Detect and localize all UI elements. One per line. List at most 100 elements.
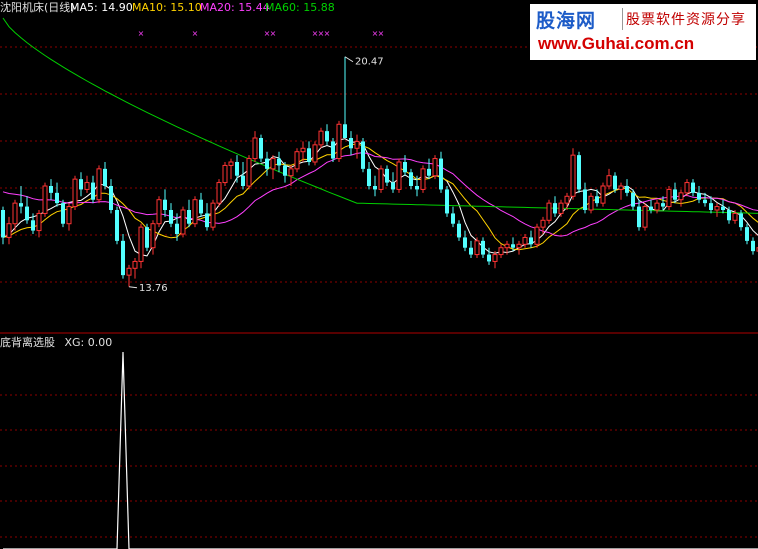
candle <box>187 199 191 228</box>
candle-body <box>420 168 426 190</box>
candle-body <box>625 186 629 193</box>
logo-divider <box>622 8 623 30</box>
candle <box>325 124 329 145</box>
candle-body <box>516 243 522 249</box>
candle-body <box>192 199 198 225</box>
candle <box>1 206 5 245</box>
candle-body <box>61 203 65 224</box>
candle <box>373 175 377 197</box>
candle <box>192 196 198 228</box>
candle <box>318 127 324 149</box>
candle <box>241 162 245 190</box>
candle-body <box>318 130 324 146</box>
candle-body <box>378 168 384 190</box>
candle-body <box>12 202 18 225</box>
candle <box>36 210 42 238</box>
candle <box>385 165 389 186</box>
candle-body <box>577 155 581 190</box>
logo-tagline: 股票软件资源分享 <box>626 12 746 28</box>
candle <box>403 155 407 176</box>
candle-body <box>1 210 5 238</box>
candle-body <box>210 202 216 228</box>
ma60-label: MA60: 15.88 <box>265 1 335 14</box>
candle-body <box>373 186 377 190</box>
candle <box>277 151 281 173</box>
candle <box>259 134 263 162</box>
candle-body <box>307 148 311 162</box>
candle <box>534 223 540 248</box>
candle <box>697 186 701 204</box>
candle <box>409 168 413 190</box>
candle <box>49 179 53 200</box>
signal-marker: × <box>378 29 385 38</box>
candle <box>492 251 498 269</box>
candle-body <box>132 260 138 269</box>
candle <box>570 148 576 200</box>
candle-body <box>6 223 12 238</box>
price-annotation-low: 13.76 <box>139 283 168 294</box>
annotation-leader <box>344 56 354 63</box>
candle-body <box>654 202 660 211</box>
candle-body <box>31 220 35 231</box>
candle <box>61 199 65 228</box>
candle-body <box>739 213 743 228</box>
candle-body <box>403 162 407 173</box>
candle-body <box>126 267 132 276</box>
candle <box>751 237 755 255</box>
candle <box>199 192 203 217</box>
candle-body <box>79 179 83 190</box>
candle-body <box>534 226 540 245</box>
candle-body <box>277 158 281 166</box>
stock-chart[interactable]: × × × × × × × × × 20.4713.76 <box>0 0 758 549</box>
candle-body <box>522 236 528 245</box>
candle-body <box>714 206 720 211</box>
candle <box>270 155 276 180</box>
indicator-panel <box>3 351 758 549</box>
indicator-xg-value: XG: 0.00 <box>64 336 113 349</box>
candle <box>558 199 564 217</box>
candle <box>25 196 29 224</box>
candle <box>463 230 467 252</box>
candle <box>588 192 594 214</box>
candle-body <box>235 162 239 176</box>
ma5-label: MA5: 14.90 <box>70 1 133 14</box>
candle-body <box>504 243 510 249</box>
candle <box>228 158 234 180</box>
candle-body <box>169 210 173 224</box>
candle-body <box>103 168 107 186</box>
candle-body <box>175 223 179 234</box>
candle <box>138 223 144 269</box>
candle-body <box>751 240 755 252</box>
candle-body <box>684 182 690 194</box>
candle-body <box>265 158 269 169</box>
candle-body <box>498 247 504 256</box>
candle <box>432 155 438 180</box>
candle-body <box>697 192 701 200</box>
signal-markers: × × × × × × × × × <box>138 29 385 38</box>
candle-body <box>72 178 78 208</box>
signal-marker: × <box>192 29 199 38</box>
logo-url: www.Guhai.com.cn <box>538 34 695 53</box>
candle-body <box>727 210 731 221</box>
xg-indicator-line <box>3 351 758 549</box>
candle-body <box>84 182 90 190</box>
candle <box>691 179 695 197</box>
site-logo[interactable]: 股海网 股票软件资源分享 www.Guhai.com.cn <box>530 4 756 60</box>
candle <box>42 182 48 217</box>
candle-body <box>385 168 389 183</box>
candle <box>307 141 311 166</box>
candle <box>516 240 522 255</box>
candle <box>169 203 173 228</box>
candle-body <box>109 186 113 210</box>
signal-marker: × <box>324 29 331 38</box>
candle-body <box>42 185 48 214</box>
candle-body <box>637 206 641 228</box>
candle-body <box>439 158 443 190</box>
candle <box>132 258 138 279</box>
candle <box>642 203 648 231</box>
indicator-name: 底背离选股 <box>0 336 55 349</box>
candle <box>577 151 581 193</box>
candle <box>391 172 395 193</box>
candle-body <box>678 192 684 201</box>
candle <box>361 138 365 173</box>
